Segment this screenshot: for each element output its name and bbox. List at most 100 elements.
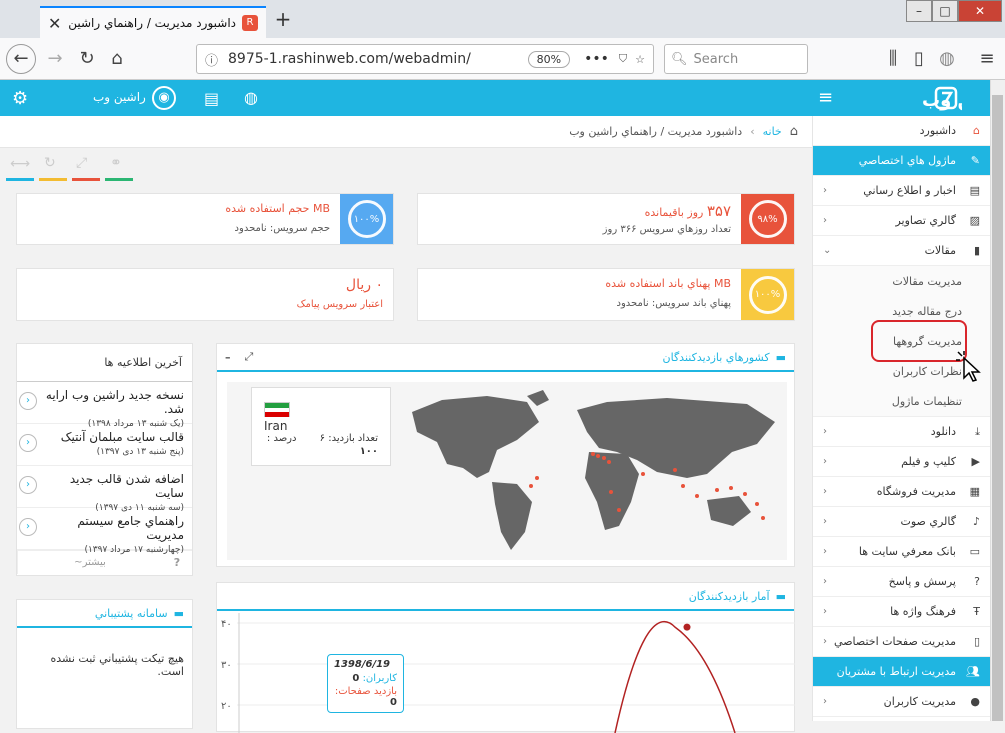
sidebar-item2-7[interactable]: ▯ مديريت صفحات اختصاصي ‹ xyxy=(813,627,990,657)
sidebar-toggle-icon[interactable]: ▯ xyxy=(906,46,932,72)
sms-note: اعتبار سرويس پيامک xyxy=(296,299,383,310)
sidebar-item-2[interactable]: ▤ اخبار و اطلاع رساني ‹ xyxy=(813,176,990,206)
sidebar-item2-2[interactable]: ▦ مديريت فروشگاه ‹ xyxy=(813,477,990,507)
link-icon[interactable]: ⚭ xyxy=(110,155,122,171)
url-bar[interactable]: ⓘ 8975-1.rashinweb.com/webadmin/ 80% •••… xyxy=(196,44,654,74)
expand-icon[interactable]: ⤢ xyxy=(76,155,87,171)
tooltip-date: 1398/6/19 xyxy=(334,659,391,670)
user-icon: ● xyxy=(970,695,980,708)
sidebar-item-4[interactable]: ▮ مقالات ⌄ xyxy=(813,236,990,266)
sidebar-item-label: اخبار و اطلاع رساني xyxy=(863,184,956,197)
sidebar-item-label: بانک معرفي سايت ها xyxy=(858,545,956,558)
days-unit: روز باقيمانده xyxy=(644,206,704,219)
breadcrumb-home-link[interactable]: خانه xyxy=(763,125,782,138)
settings-gear-icon[interactable]: ⚙ xyxy=(12,88,28,109)
sidebar-item-0[interactable]: ⌂ داشبورد xyxy=(813,116,990,146)
globe-icon[interactable]: ◍ xyxy=(934,46,960,72)
reload-button[interactable]: ↻ xyxy=(74,46,100,72)
sidebar-item2-1[interactable]: ▶ کليپ و فيلم ‹ xyxy=(813,447,990,477)
percent-label: درصد : xyxy=(266,433,297,444)
sidebar-item2-0[interactable]: ⤓ دانلود ‹ xyxy=(813,417,990,447)
visits-title: آمار بازديدکنندگان xyxy=(688,589,770,603)
news-item-title: راهنماي جامع سيستم مديريت xyxy=(77,514,184,542)
refresh-icon[interactable]: ↻ xyxy=(44,155,56,171)
info-icon[interactable]: ⓘ xyxy=(205,50,218,69)
sidebar-item2-6[interactable]: Ŧ فرهنگ واژه ها ‹ xyxy=(813,597,990,627)
sidebar-item-label: داشبورد xyxy=(919,124,956,137)
arrows-icon[interactable]: ⟷ xyxy=(10,156,30,172)
sidebar-item2-4[interactable]: ▭ بانک معرفي سايت ها ‹ xyxy=(813,537,990,567)
document-icon: ▮ xyxy=(973,244,980,257)
chevron-left-icon[interactable]: ‹ xyxy=(19,476,37,494)
hamburger-icon[interactable]: ≡ xyxy=(818,87,833,108)
music-icon: ♪ xyxy=(972,515,980,528)
chart-tooltip: 1398/6/19 کاربران: 0 بازديد صفحات: 0 xyxy=(327,654,404,713)
sidebar-subitem-0[interactable]: مديريت مقالات xyxy=(813,266,990,296)
sidebar-item-label: مديريت کاربران xyxy=(883,695,956,708)
home-icon[interactable]: ⌂ xyxy=(790,124,798,139)
panel-list-icon: ▬ xyxy=(775,350,786,364)
window-close-button[interactable]: ✕ xyxy=(958,0,1002,22)
chevron-left-icon[interactable]: ‹ xyxy=(19,518,37,536)
bookmark-star-icon[interactable]: ☆ xyxy=(635,53,645,66)
minimize-button[interactable]: – xyxy=(906,0,932,22)
download-icon: ⤓ xyxy=(975,424,980,438)
text-icon: Ŧ xyxy=(973,605,980,618)
tooltip-views-label: بازديد صفحات: xyxy=(334,686,397,697)
pocket-icon[interactable]: ⛉ xyxy=(619,52,627,66)
more-icon[interactable]: ••• xyxy=(584,51,609,67)
sidebar-item-users[interactable]: ● مديريت کاربران ‹ xyxy=(813,687,990,717)
sidebar-item-label: مديريت صفحات اختصاصي xyxy=(834,635,956,648)
browser-tab[interactable]: R داشبورد مديريت / راهنماي راشين وب ✕ xyxy=(40,6,266,38)
forward-button[interactable]: → xyxy=(42,46,68,72)
days-ring: ۹۸% xyxy=(748,200,787,238)
sidebar-section-crm[interactable]: 👥︎ مديريت ارتباط با مشتريان xyxy=(813,657,990,687)
library-icon[interactable]: ⫼ xyxy=(880,46,906,72)
tab-close-icon[interactable]: ✕ xyxy=(48,14,61,33)
web-icon[interactable]: ◍ xyxy=(244,88,258,107)
stat-card-days: ۹۸% ۳۵۷ روز باقيمانده تعداد روزهاي سرويس… xyxy=(417,193,795,245)
home-button[interactable]: ⌂ xyxy=(104,46,130,72)
zoom-indicator[interactable]: 80% xyxy=(527,50,571,68)
chevron-down-icon: ⌄ xyxy=(823,245,832,256)
sidebar-item-3[interactable]: ▨ گالري تصاوير ‹ xyxy=(813,206,990,236)
storage-note: حجم سرويس: نامحدود xyxy=(234,223,330,234)
sidebar-subitem-4[interactable]: تنظيمات ماژول xyxy=(813,386,990,416)
user-name[interactable]: راشين وب xyxy=(93,90,146,104)
cards-icon[interactable]: ▤ xyxy=(204,89,219,108)
browser-nav-bar: ← → ↻ ⌂ ⓘ 8975-1.rashinweb.com/webadmin/… xyxy=(0,38,1005,80)
bandwidth-note: پهناي باند سرويس: نامحدود xyxy=(616,298,731,309)
stat-card-storage: ۱۰۰% MB حجم استفاده شده حجم سرويس: نامحد… xyxy=(16,193,394,245)
news-item[interactable]: قالب سايت مبلمان آنتيک (پنج شنبه ۱۳ دی ۱۳… xyxy=(17,424,192,466)
sidebar-item-label: کليپ و فيلم xyxy=(901,455,956,468)
sidebar-item-label: ماژول هاي اختصاصي xyxy=(858,154,956,167)
avatar[interactable]: ◉ xyxy=(152,86,176,110)
news-item[interactable]: راهنماي جامع سيستم مديريت (چهارشنبه ۱۷ مر… xyxy=(17,508,192,555)
sidebar-item2-5[interactable]: ? پرسش و پاسخ ‹ xyxy=(813,567,990,597)
sidebar-item2-3[interactable]: ♪ گالري صوت ‹ xyxy=(813,507,990,537)
news-item[interactable]: اضافه شدن قالب جديد سايت (سه شنبه ۱۱ دی ۱… xyxy=(17,466,192,513)
site-logo[interactable]: راشين وب xyxy=(850,84,1005,112)
sidebar-item-label: گالري صوت xyxy=(900,515,957,528)
news-item[interactable]: نسخه جديد راشين وب ارايه شد. (يک شنبه ۱۳ … xyxy=(17,382,192,429)
visits-label: تعداد بازديد: xyxy=(328,433,378,444)
maximize-button[interactable]: □ xyxy=(932,0,958,22)
back-button[interactable]: ← xyxy=(6,44,36,74)
collapse-icon[interactable]: – xyxy=(225,351,231,364)
chevron-left-icon[interactable]: ‹ xyxy=(19,392,37,410)
menu-icon[interactable]: ≡ xyxy=(974,46,1000,72)
scrollbar-thumb[interactable] xyxy=(992,95,1003,721)
countries-title: کشورهاي بازديدکنندگان xyxy=(662,350,770,364)
home-icon: ⌂ xyxy=(973,124,980,137)
fullscreen-icon[interactable]: ⤢ xyxy=(245,350,254,364)
chevron-left-icon: ‹ xyxy=(823,516,827,527)
support-header: ▬ سامانه پشتيباني xyxy=(17,600,192,628)
chevron-left-icon[interactable]: ‹ xyxy=(19,434,37,452)
visits-chart[interactable]: ۴۰ ۳۰ ۲۰ xyxy=(217,613,795,733)
new-tab-button[interactable]: + xyxy=(272,8,294,30)
support-panel: ▬ سامانه پشتيباني هيچ تيکت پشتيباني ثبت … xyxy=(16,599,193,729)
search-input[interactable]: 🔍︎ Search xyxy=(664,44,808,74)
news-list: نسخه جديد راشين وب ارايه شد. (يک شنبه ۱۳ … xyxy=(17,382,192,555)
sidebar-item-1[interactable]: ✎ ماژول هاي اختصاصي xyxy=(813,146,990,176)
url-text: 8975-1.rashinweb.com/webadmin/ xyxy=(228,51,471,67)
